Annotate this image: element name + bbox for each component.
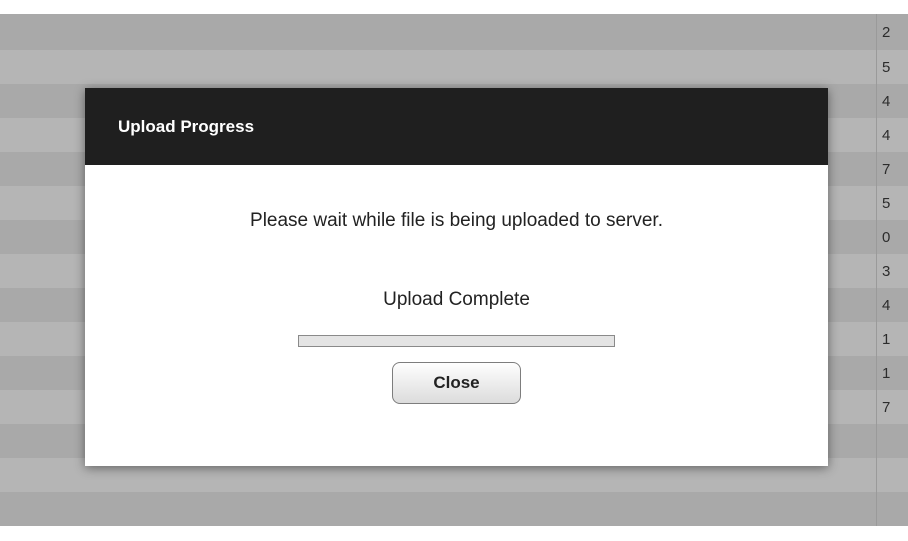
dialog-title: Upload Progress (118, 116, 255, 136)
close-button[interactable]: Close (392, 362, 521, 404)
table-cell-value: 7 (882, 160, 891, 178)
upload-message: Please wait while file is being uploaded… (250, 210, 663, 231)
table-cell-value: 7 (882, 398, 891, 416)
table-cell-value: 5 (882, 194, 891, 212)
table-cell-value: 1 (882, 330, 891, 348)
table-cell-value: 3 (882, 262, 891, 280)
table-cell-value: 1 (882, 364, 891, 382)
dialog-header: Upload Progress (85, 88, 828, 165)
app-screen: 2 5 4 4 7 5 0 3 4 1 1 7 Upload Progress … (0, 0, 908, 541)
table-cell-value: 2 (882, 23, 891, 41)
upload-status: Upload Complete (383, 289, 530, 310)
table-cell-value: 4 (882, 92, 891, 110)
upload-progress-bar (298, 335, 615, 347)
upload-progress-fill (299, 336, 614, 346)
upload-progress-dialog: Upload Progress Please wait while file i… (85, 88, 828, 466)
table-cell-value: 5 (882, 58, 891, 76)
table-row: 2 (0, 14, 908, 50)
table-cell-value: 0 (882, 228, 891, 246)
table-row: 5 (0, 50, 908, 84)
dialog-body: Please wait while file is being uploaded… (85, 165, 828, 466)
table-cell-value: 4 (882, 296, 891, 314)
table-row (0, 492, 908, 526)
table-cell-value: 4 (882, 126, 891, 144)
